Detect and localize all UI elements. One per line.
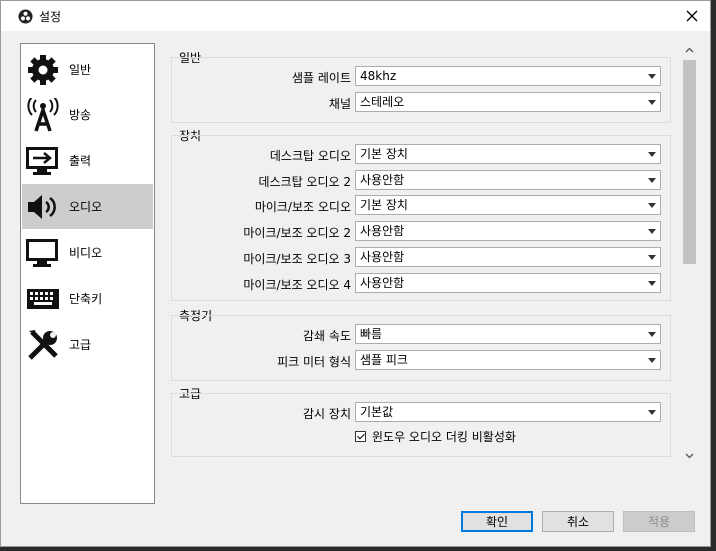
sidebar-item-advanced[interactable]: 고급 — [22, 322, 153, 367]
apply-button[interactable]: 적용 — [623, 511, 695, 532]
desktop-audio-2-select[interactable]: 사용안함 — [355, 170, 661, 190]
window-title: 설정 — [39, 9, 62, 24]
chevron-up-icon — [685, 47, 694, 53]
title-bar: 설정 — [1, 1, 710, 31]
label-desktop-audio: 데스크탑 오디오 — [269, 149, 351, 163]
chevron-down-icon — [648, 332, 656, 337]
chevron-down-icon — [648, 229, 656, 234]
content-scrollbar[interactable] — [681, 43, 698, 463]
chevron-down-icon — [685, 453, 694, 459]
sidebar-item-label: 오디오 — [69, 200, 103, 214]
sidebar-item-hotkeys[interactable]: 단축키 — [22, 276, 153, 321]
chevron-down-icon — [648, 281, 656, 286]
mic-aux-3-select[interactable]: 사용안함 — [355, 247, 661, 267]
mic-aux-4-select[interactable]: 사용안함 — [355, 273, 661, 293]
row-mic-aux-4: 마이크/보조 오디오 4 사용안함 — [169, 273, 669, 295]
sidebar-item-label: 출력 — [69, 154, 92, 168]
scroll-thumb[interactable] — [683, 60, 696, 264]
settings-content: 일반 샘플 레이트 48khz 채널 스테레오 장치 데스크탑 오디오 기본 장… — [169, 43, 679, 463]
decay-rate-select[interactable]: 빠름 — [355, 324, 661, 344]
chevron-down-icon — [648, 410, 656, 415]
row-desktop-audio-2: 데스크탑 오디오 2 사용안함 — [169, 170, 669, 192]
sidebar-item-label: 방송 — [69, 108, 92, 122]
channels-select[interactable]: 스테레오 — [355, 92, 661, 112]
desktop-audio-select[interactable]: 기본 장치 — [355, 144, 661, 164]
peak-meter-type-select[interactable]: 샘플 피크 — [355, 350, 661, 370]
label-monitoring-device: 감시 장치 — [303, 407, 351, 421]
gear-icon — [25, 52, 61, 88]
sidebar-item-general[interactable]: 일반 — [22, 47, 153, 92]
sidebar-item-label: 단축키 — [69, 292, 103, 306]
label-mic-aux: 마이크/보조 오디오 — [254, 200, 351, 214]
disable-ducking-checkbox[interactable]: 윈도우 오디오 더킹 비활성화 — [355, 427, 516, 445]
row-peak-meter-type: 피크 미터 형식 샘플 피크 — [169, 350, 669, 372]
row-decay-rate: 감쇄 속도 빠름 — [169, 324, 669, 346]
close-button[interactable] — [680, 4, 704, 28]
close-icon — [686, 10, 698, 22]
checkbox-label: 윈도우 오디오 더킹 비활성화 — [372, 429, 516, 444]
row-mic-aux-2: 마이크/보조 오디오 2 사용안함 — [169, 221, 669, 243]
row-sample-rate: 샘플 레이트 48khz — [169, 66, 669, 88]
speaker-icon — [25, 189, 61, 225]
checkbox-checked-icon[interactable] — [355, 430, 366, 442]
sidebar-item-label: 비디오 — [69, 246, 103, 260]
monitor-icon — [25, 235, 61, 271]
label-mic-aux-4: 마이크/보조 오디오 4 — [243, 278, 351, 292]
sidebar-item-video[interactable]: 비디오 — [22, 230, 153, 275]
label-channels: 채널 — [328, 97, 351, 111]
sample-rate-select[interactable]: 48khz — [355, 66, 661, 86]
label-decay-rate: 감쇄 속도 — [303, 329, 351, 343]
sidebar-item-label: 고급 — [69, 338, 92, 352]
sidebar-item-audio[interactable]: 오디오 — [22, 184, 153, 229]
scroll-up-button[interactable] — [681, 43, 698, 57]
label-mic-aux-2: 마이크/보조 오디오 2 — [243, 226, 351, 240]
row-monitoring-device: 감시 장치 기본값 — [169, 402, 669, 424]
ok-button[interactable]: 확인 — [461, 511, 533, 532]
label-peak-meter-type: 피크 미터 형식 — [277, 355, 351, 369]
keyboard-icon — [25, 281, 61, 317]
row-desktop-audio: 데스크탑 오디오 기본 장치 — [169, 144, 669, 166]
sidebar-item-label: 일반 — [69, 63, 92, 77]
output-monitor-icon — [25, 143, 61, 179]
chevron-down-icon — [648, 358, 656, 363]
monitoring-device-select[interactable]: 기본값 — [355, 402, 661, 422]
sidebar-item-output[interactable]: 출력 — [22, 138, 153, 183]
obs-logo-icon — [18, 8, 33, 24]
settings-sidebar: 일반 방송 출력 오디오 비디오 단축키 고급 — [20, 43, 155, 504]
chevron-down-icon — [648, 100, 656, 105]
scroll-down-button[interactable] — [681, 449, 698, 463]
mic-aux-2-select[interactable]: 사용안함 — [355, 221, 661, 241]
tools-icon — [25, 327, 61, 363]
sidebar-item-broadcast[interactable]: 방송 — [22, 92, 153, 137]
cancel-button[interactable]: 취소 — [542, 511, 614, 532]
chevron-down-icon — [648, 152, 656, 157]
label-sample-rate: 샘플 레이트 — [291, 71, 351, 85]
row-channels: 채널 스테레오 — [169, 92, 669, 114]
mic-aux-select[interactable]: 기본 장치 — [355, 195, 661, 215]
settings-dialog: 설정 일반 방송 출력 오디오 비디오 단축키 고급 일반 샘플 레이트 48k… — [0, 0, 711, 547]
chevron-down-icon — [648, 203, 656, 208]
row-mic-aux: 마이크/보조 오디오 기본 장치 — [169, 195, 669, 217]
label-desktop-audio-2: 데스크탑 오디오 2 — [258, 175, 351, 189]
chevron-down-icon — [648, 178, 656, 183]
label-mic-aux-3: 마이크/보조 오디오 3 — [243, 252, 351, 266]
broadcast-antenna-icon — [25, 97, 61, 133]
chevron-down-icon — [648, 74, 656, 79]
chevron-down-icon — [648, 255, 656, 260]
row-mic-aux-3: 마이크/보조 오디오 3 사용안함 — [169, 247, 669, 269]
